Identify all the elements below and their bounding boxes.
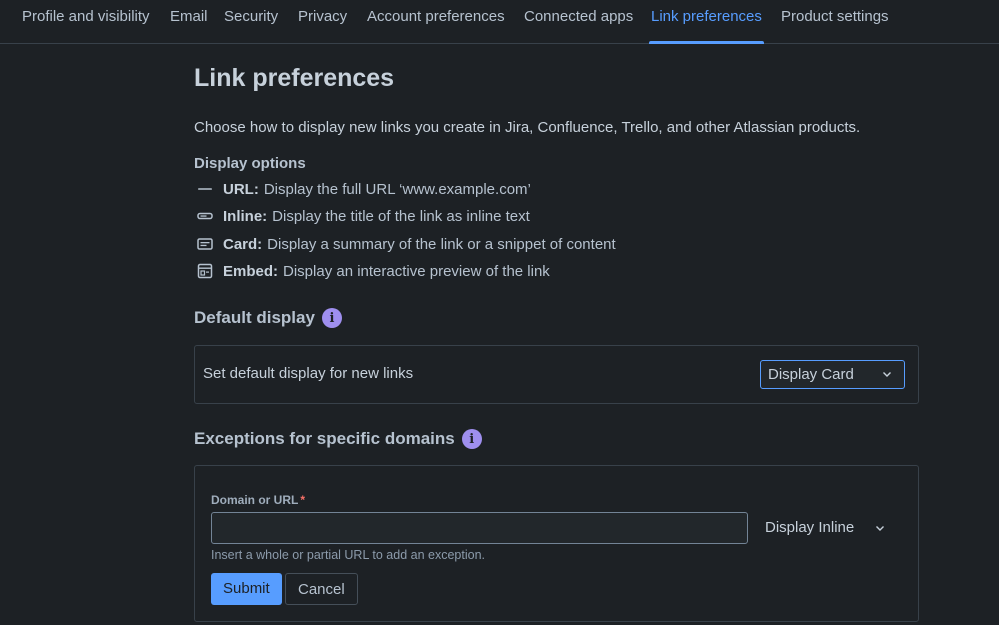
- display-option-embed: Embed: Display an interactive preview of…: [196, 261, 550, 281]
- option-desc: Display a summary of the link or a snipp…: [267, 235, 616, 253]
- tab-link-preferences[interactable]: Link preferences: [649, 0, 764, 44]
- tab-product-settings[interactable]: Product settings: [779, 0, 891, 44]
- inline-icon: [196, 208, 214, 224]
- page-title: Link preferences: [194, 64, 395, 92]
- url-icon: [196, 181, 214, 197]
- option-desc: Display the title of the link as inline …: [272, 207, 530, 225]
- tab-security[interactable]: Security: [222, 0, 280, 44]
- default-display-heading: Default display i: [194, 308, 342, 328]
- option-desc: Display an interactive preview of the li…: [283, 262, 550, 280]
- default-display-panel: Set default display for new links Displa…: [194, 345, 919, 404]
- settings-tab-bar: Profile and visibility Email Security Pr…: [0, 0, 999, 44]
- exception-display-select[interactable]: Display Inline: [757, 512, 905, 544]
- option-name: Card:: [223, 235, 263, 253]
- chevron-down-icon: [876, 526, 884, 531]
- option-name: Inline:: [223, 207, 268, 225]
- select-value: Display Inline: [765, 519, 855, 536]
- display-option-card: Card: Display a summary of the link or a…: [196, 234, 616, 254]
- domain-url-input[interactable]: [211, 512, 748, 544]
- exceptions-heading: Exceptions for specific domains i: [194, 429, 482, 449]
- option-name: Embed:: [223, 262, 279, 280]
- card-icon: [196, 236, 214, 252]
- section-heading-text: Exceptions for specific domains: [194, 429, 455, 448]
- exceptions-panel: Domain or URL * Display Inline Insert a w…: [194, 465, 919, 622]
- chevron-down-icon: [883, 372, 891, 377]
- required-marker: *: [300, 493, 306, 507]
- info-icon[interactable]: i: [321, 308, 342, 328]
- option-desc: Display the full URL ‘www.example.com’: [263, 180, 531, 198]
- tab-email[interactable]: Email: [168, 0, 210, 44]
- display-options-heading: Display options: [194, 155, 306, 172]
- cancel-button[interactable]: Cancel: [285, 573, 358, 605]
- tab-account-preferences[interactable]: Account preferences: [365, 0, 507, 44]
- embed-icon: [196, 263, 214, 279]
- default-display-select[interactable]: Display Card: [760, 360, 905, 389]
- section-heading-text: Default display: [194, 308, 315, 327]
- field-label-text: Domain or URL: [211, 493, 299, 507]
- default-display-label: Set default display for new links: [203, 365, 414, 382]
- tab-connected-apps[interactable]: Connected apps: [522, 0, 635, 44]
- tab-privacy[interactable]: Privacy: [296, 0, 349, 44]
- select-value: Display Card: [768, 366, 854, 383]
- option-name: URL:: [223, 180, 259, 198]
- domain-field-label: Domain or URL *: [211, 493, 305, 507]
- domain-helper-text: Insert a whole or partial URL to add an …: [211, 548, 485, 562]
- display-option-inline: Inline: Display the title of the link as…: [196, 206, 530, 226]
- info-icon[interactable]: i: [461, 429, 482, 449]
- display-option-url: URL: Display the full URL ‘www.example.c…: [196, 179, 531, 199]
- submit-button[interactable]: Submit: [211, 573, 282, 605]
- tab-profile-and-visibility[interactable]: Profile and visibility: [20, 0, 152, 44]
- page-intro: Choose how to display new links you crea…: [194, 119, 861, 136]
